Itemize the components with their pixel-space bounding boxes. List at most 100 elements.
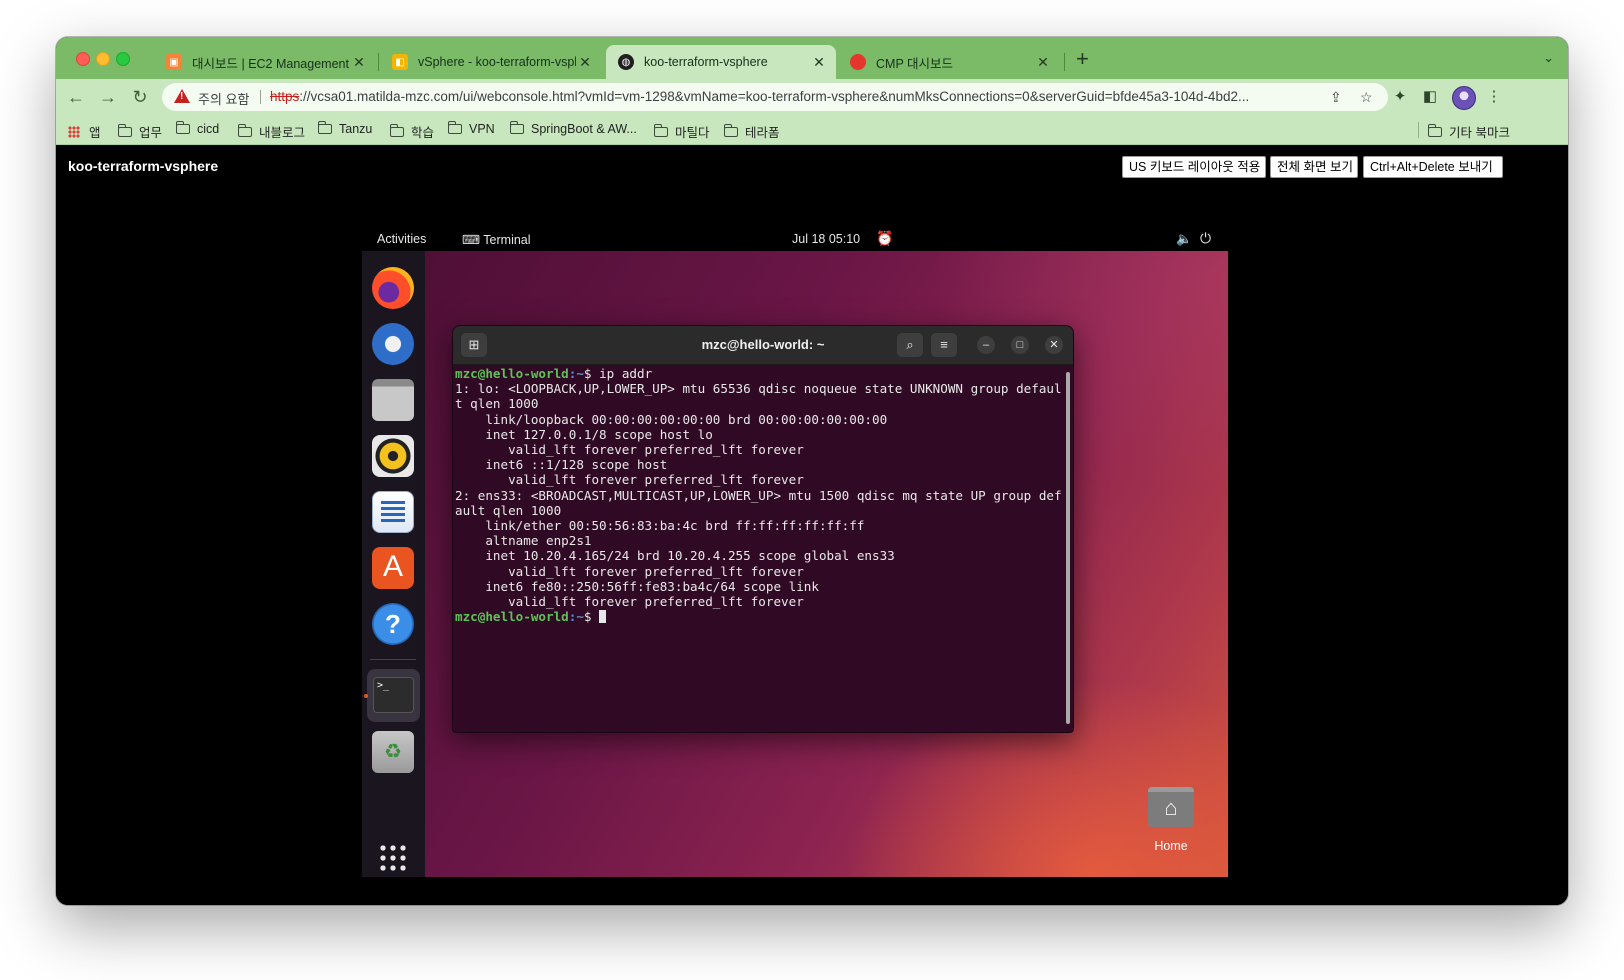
- tab-ec2-dashboard[interactable]: ▣ 대시보드 | EC2 Management Cor ✕: [154, 45, 376, 79]
- terminal-scrollbar[interactable]: [1066, 372, 1070, 724]
- prompt-symbol: $: [583, 366, 600, 381]
- security-warning[interactable]: 주의 요함: [198, 89, 249, 108]
- tab-close-button[interactable]: ✕: [810, 54, 828, 71]
- output-line: altname enp2s1: [455, 533, 592, 549]
- share-icon[interactable]: ⇪: [1330, 89, 1342, 106]
- forward-arrow-icon[interactable]: →: [96, 85, 120, 109]
- terminal-output[interactable]: mzc@hello-world:~$ ip addr 1: lo: <LOOPB…: [455, 366, 1063, 730]
- back-arrow-icon[interactable]: ←: [64, 85, 88, 109]
- side-panel-icon[interactable]: ◧: [1420, 87, 1440, 107]
- hamburger-menu-icon[interactable]: ≡: [931, 333, 957, 357]
- window-zoom-button[interactable]: [116, 52, 130, 66]
- tab-title: koo-terraform-vsphere: [644, 55, 768, 69]
- rhythmbox-icon[interactable]: [372, 435, 414, 477]
- ctrl-alt-delete-button[interactable]: Ctrl+Alt+Delete 보내기: [1363, 156, 1503, 178]
- terminal-header-bar: ⊞ mzc@hello-world: ~ ⌕ ≡ – □ ✕: [453, 326, 1073, 365]
- window-minimize-button[interactable]: [96, 52, 110, 66]
- home-folder-icon[interactable]: ⌂: [1148, 787, 1194, 827]
- profile-avatar[interactable]: [1452, 86, 1476, 110]
- output-line: inet6 fe80::250:56ff:fe83:ba4c/64 scope …: [455, 578, 819, 594]
- trash-icon[interactable]: ♻: [372, 731, 414, 773]
- clock[interactable]: Jul 18 05:10: [792, 232, 860, 246]
- prompt-user: mzc@hello-world: [455, 609, 569, 625]
- new-tab-button[interactable]: +: [1076, 47, 1089, 71]
- browser-window: ▣ 대시보드 | EC2 Management Cor ✕ ◧ vSphere …: [56, 37, 1568, 905]
- files-icon[interactable]: [372, 379, 414, 421]
- bookmark-folder[interactable]: Tanzu: [317, 121, 373, 136]
- maximize-icon[interactable]: □: [1011, 336, 1029, 354]
- tab-close-button[interactable]: ✕: [350, 54, 368, 71]
- power-icon[interactable]: ⏻: [1200, 230, 1211, 247]
- tab-title: CMP 대시보드: [876, 56, 954, 71]
- bookmark-label: 기타 북마크: [1449, 126, 1510, 140]
- bookmark-folder[interactable]: 업무: [117, 122, 163, 141]
- help-icon[interactable]: ?: [372, 603, 414, 645]
- folder-icon: [447, 121, 462, 134]
- bookmark-folder[interactable]: 학습: [389, 122, 434, 141]
- output-line: link/ether 00:50:56:83:ba:4c brd ff:ff:f…: [455, 518, 865, 534]
- show-apps-grid-icon[interactable]: [378, 843, 408, 873]
- minimize-icon[interactable]: –: [977, 336, 995, 354]
- apps-grid-icon: [68, 125, 80, 138]
- prompt-line-current: mzc@hello-world:~$: [455, 609, 607, 625]
- terminal-dock-item[interactable]: >_: [367, 669, 420, 722]
- extensions-puzzle-icon[interactable]: ✦: [1390, 87, 1410, 107]
- bookmark-label: Tanzu: [339, 122, 373, 136]
- text-cursor: [599, 610, 607, 624]
- tab-title: 대시보드 | EC2 Management Cor: [192, 56, 350, 71]
- window-close-button[interactable]: [76, 52, 90, 66]
- folder-icon: [117, 123, 132, 137]
- folder-icon: [1427, 123, 1442, 137]
- address-bar[interactable]: 주의 요함 https://vcsa01.matilda-mzc.com/ui/…: [162, 83, 1388, 111]
- bookmark-apps[interactable]: 앱: [68, 122, 101, 141]
- bookmark-folder[interactable]: 테라폼: [723, 122, 780, 141]
- tab-close-button[interactable]: ✕: [576, 54, 594, 71]
- bookmark-label: 업무: [139, 126, 163, 140]
- terminal-small-icon: ⌨: [462, 233, 484, 247]
- tab-separator: [1064, 53, 1065, 71]
- url-scheme: https: [270, 89, 300, 104]
- reload-icon[interactable]: ↻: [128, 85, 152, 109]
- tab-close-button[interactable]: ✕: [1034, 54, 1052, 71]
- bookmark-folder[interactable]: VPN: [447, 121, 495, 136]
- activities-button[interactable]: Activities: [377, 232, 426, 246]
- us-keyboard-button[interactable]: US 키보드 레이아웃 적용: [1122, 156, 1266, 178]
- vm-screen[interactable]: Activities ⌨ Terminal Jul 18 05:10 ⏰ 🔈 ⏻…: [362, 227, 1228, 877]
- fullscreen-button[interactable]: 전체 화면 보기: [1270, 156, 1358, 178]
- running-indicator: [364, 694, 368, 698]
- tab-vsphere[interactable]: ◧ vSphere - koo-terraform-vsph ✕: [380, 45, 602, 79]
- tab-koo-terraform-vsphere[interactable]: ◍ koo-terraform-vsphere ✕: [606, 45, 836, 79]
- output-line: 1: lo: <LOOPBACK,UP,LOWER_UP> mtu 65536 …: [455, 381, 1062, 397]
- bookmark-other[interactable]: 기타 북마크: [1427, 122, 1510, 141]
- libreoffice-writer-icon[interactable]: [372, 491, 414, 533]
- output-line: inet6 ::1/128 scope host: [455, 457, 668, 473]
- bookmark-folder[interactable]: cicd: [175, 121, 219, 136]
- browser-toolbar: ← → ↻ 주의 요함 https://vcsa01.matilda-mzc.c…: [56, 79, 1568, 116]
- bookmarks-separator: [1418, 122, 1419, 138]
- tab-search-chevron-icon[interactable]: ⌄: [1543, 50, 1554, 66]
- bookmark-folder[interactable]: 마틸다: [653, 122, 710, 141]
- ubuntu-top-bar: Activities ⌨ Terminal Jul 18 05:10 ⏰ 🔈 ⏻: [362, 227, 1228, 251]
- more-menu-icon[interactable]: ⋮: [1484, 87, 1504, 107]
- search-icon[interactable]: ⌕: [897, 333, 923, 357]
- bookmark-label: 앱: [89, 126, 101, 140]
- app-menu-terminal[interactable]: ⌨ Terminal: [462, 232, 531, 247]
- bookmark-folder[interactable]: 내블로그: [237, 122, 305, 141]
- firefox-icon[interactable]: [372, 267, 414, 309]
- bookmark-star-icon[interactable]: ☆: [1360, 89, 1373, 106]
- folder-icon: [237, 123, 252, 137]
- url-path: ://vcsa01.matilda-mzc.com/ui/webconsole.…: [299, 89, 1250, 104]
- tab-cmp-dashboard[interactable]: CMP 대시보드 ✕: [838, 45, 1060, 79]
- thunderbird-icon[interactable]: [372, 323, 414, 365]
- aws-console-icon: ▣: [166, 54, 182, 70]
- folder-icon: [653, 123, 668, 137]
- output-line: 2: ens33: <BROADCAST,MULTICAST,UP,LOWER_…: [455, 487, 1062, 503]
- close-icon[interactable]: ✕: [1045, 336, 1063, 354]
- volume-icon[interactable]: 🔈: [1176, 231, 1192, 247]
- bookmark-label: VPN: [469, 122, 495, 136]
- output-line: link/loopback 00:00:00:00:00:00 brd 00:0…: [455, 411, 888, 427]
- ubuntu-software-icon[interactable]: A: [372, 547, 414, 589]
- bookmark-springboot[interactable]: SpringBoot & AW...: [509, 121, 637, 136]
- url-text[interactable]: https://vcsa01.matilda-mzc.com/ui/webcon…: [270, 89, 1322, 104]
- folder-icon: [723, 123, 738, 137]
